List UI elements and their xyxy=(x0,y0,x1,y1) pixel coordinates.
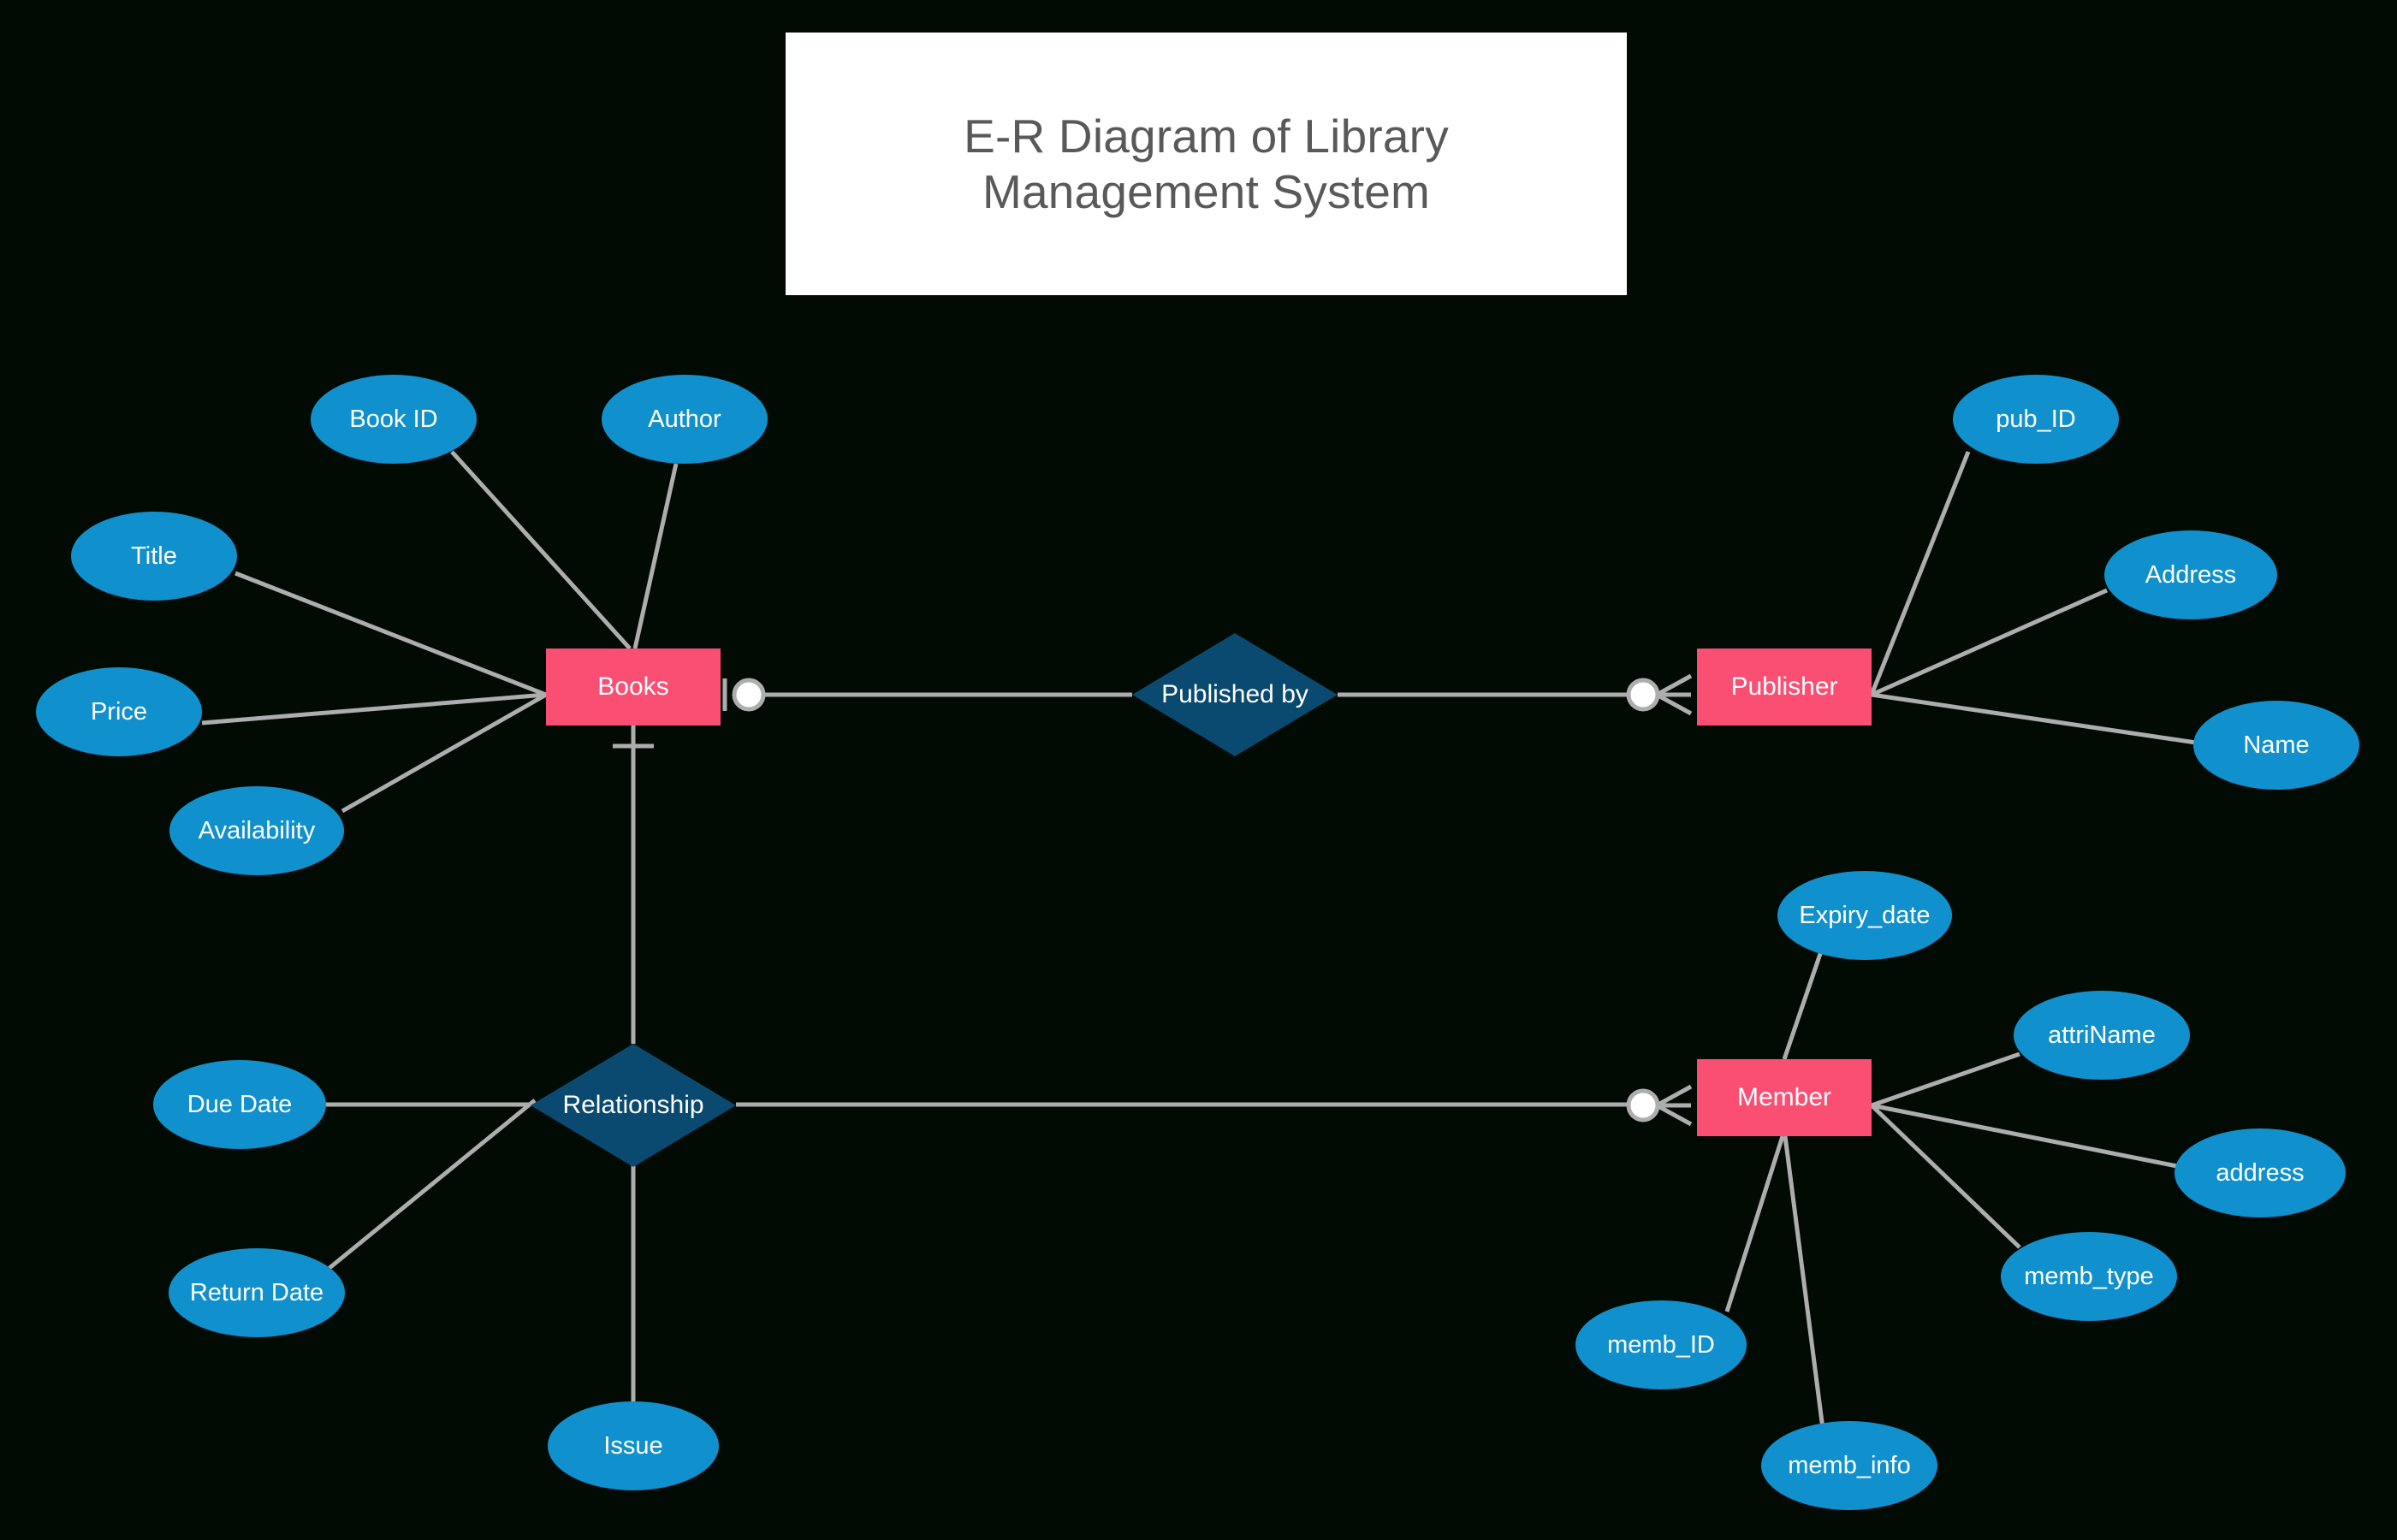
diagram-title-box: E-R Diagram of Library Management System xyxy=(786,33,1627,295)
attribute-label: Name xyxy=(2243,731,2310,759)
edge-line xyxy=(1870,588,2109,697)
attribute-memb_type[interactable]: memb_type xyxy=(2001,1232,2177,1321)
attribute-label: memb_info xyxy=(1788,1451,1911,1479)
attribute-label: Book ID xyxy=(349,405,438,433)
edge-line xyxy=(1782,951,1824,1060)
cardinality-marker-zero-or-many xyxy=(1626,1084,1693,1127)
attribute-price[interactable]: Price xyxy=(36,667,202,756)
er-diagram-canvas: E-R Diagram of Library Management System… xyxy=(0,0,2397,1540)
attribute-label: Address xyxy=(2145,560,2237,589)
attribute-label: Title xyxy=(131,542,177,570)
attribute-label: Return Date xyxy=(189,1278,324,1306)
edge-line xyxy=(201,692,547,726)
attribute-memb_address[interactable]: address xyxy=(2175,1128,2346,1217)
attribute-label: Due Date xyxy=(187,1090,293,1118)
edge-line xyxy=(450,450,632,650)
cardinality-marker-zero-or-many xyxy=(1626,673,1693,716)
attribute-pub_name[interactable]: Name xyxy=(2193,701,2359,790)
relationship-label-borrow: Relationship xyxy=(562,1091,704,1119)
attribute-attriname[interactable]: attriName xyxy=(2014,991,2190,1080)
attribute-availability[interactable]: Availability xyxy=(169,786,344,875)
edge-line xyxy=(1871,692,2197,745)
edge-line xyxy=(234,571,547,697)
attribute-label: Author xyxy=(648,405,721,433)
edge-line xyxy=(1869,451,1971,696)
cardinality-marker-one-and-only-one xyxy=(722,678,766,712)
entity-books[interactable]: Books xyxy=(546,649,721,726)
attribute-expiry_date[interactable]: Expiry_date xyxy=(1777,871,1952,960)
attribute-label: memb_ID xyxy=(1607,1330,1715,1359)
edge-line xyxy=(1870,1104,2021,1249)
attribute-return_date[interactable]: Return Date xyxy=(169,1248,345,1337)
entity-member[interactable]: Member xyxy=(1697,1059,1872,1136)
attribute-label: attriName xyxy=(2048,1021,2156,1049)
attribute-issue[interactable]: Issue xyxy=(548,1401,719,1490)
entity-publisher[interactable]: Publisher xyxy=(1697,649,1872,726)
attribute-title[interactable]: Title xyxy=(71,512,237,601)
edge-line xyxy=(1783,1135,1825,1430)
attribute-memb_id[interactable]: memb_ID xyxy=(1575,1300,1747,1389)
relationship-label-published_by: Published by xyxy=(1161,680,1308,708)
attribute-label: memb_type xyxy=(2024,1262,2154,1290)
edge-line xyxy=(632,463,679,649)
attribute-label: pub_ID xyxy=(1996,405,2076,433)
attribute-pub_id[interactable]: pub_ID xyxy=(1953,375,2119,464)
attribute-book_id[interactable]: Book ID xyxy=(311,375,477,464)
edge-line xyxy=(1871,1103,2178,1169)
edge-line xyxy=(341,692,548,814)
relationship-diamond-borrow[interactable] xyxy=(531,1044,736,1167)
diagram-title: E-R Diagram of Library Management System xyxy=(964,109,1449,220)
entity-label: Publisher xyxy=(1730,672,1838,701)
attribute-label: Availability xyxy=(198,816,316,844)
attribute-memb_info[interactable]: memb_info xyxy=(1761,1421,1937,1510)
attribute-pub_address[interactable]: Address xyxy=(2104,530,2277,619)
attribute-label: Issue xyxy=(603,1431,663,1460)
attribute-label: Expiry_date xyxy=(1799,901,1931,929)
attribute-due_date[interactable]: Due Date xyxy=(153,1060,326,1149)
edge-line xyxy=(1724,1135,1785,1312)
entity-label: Member xyxy=(1736,1083,1832,1111)
attribute-author[interactable]: Author xyxy=(602,375,768,464)
diagram-title-line1: E-R Diagram of Library xyxy=(964,109,1449,163)
diagram-title-line2: Management System xyxy=(982,164,1431,218)
attribute-label: Price xyxy=(90,697,148,726)
relationship-diamond-published_by[interactable] xyxy=(1132,633,1338,756)
edge-line xyxy=(328,1099,537,1270)
edge-line xyxy=(1871,1051,2020,1108)
entity-label: Books xyxy=(597,672,669,701)
attribute-label: address xyxy=(2216,1158,2305,1187)
